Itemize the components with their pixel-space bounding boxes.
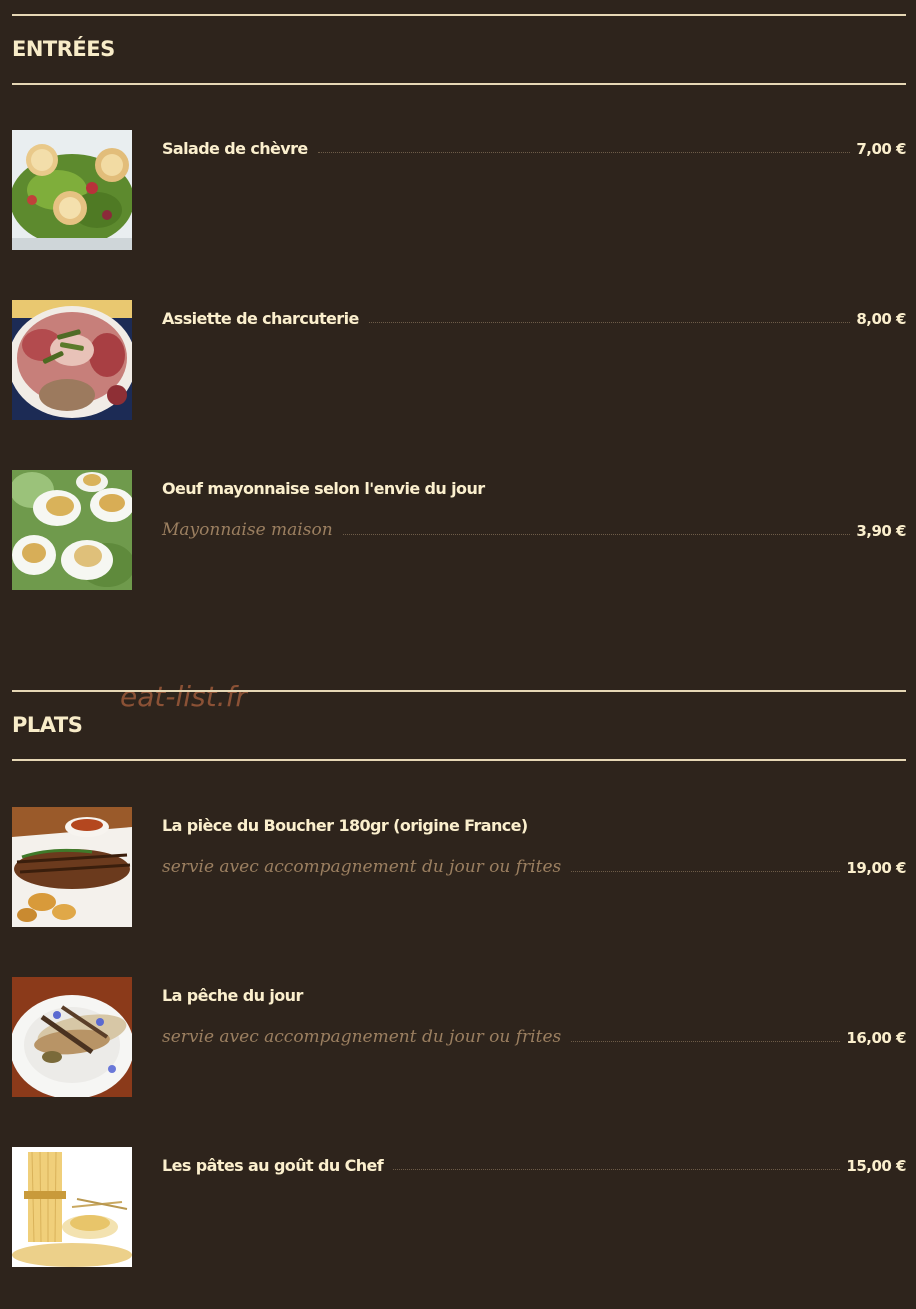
dot-leader [571,870,841,872]
menu-item-desc-line: Mayonnaise maison 3,90 € [162,512,906,540]
section-title-plats: PLATS [12,713,83,737]
item-name: La pièce du Boucher 180gr (origine Franc… [162,816,528,835]
dot-leader [571,1040,841,1042]
menu-item: Oeuf mayonnaise selon l'envie du jour Ma… [12,470,906,590]
menu-item: La pièce du Boucher 180gr (origine Franc… [12,807,906,927]
item-name: Les pâtes au goût du Chef [162,1156,384,1175]
menu-item-desc-line: servie avec accompagnement du jour ou fr… [162,1019,906,1047]
item-name: Assiette de charcuterie [162,309,359,328]
menu-item: Les pâtes au goût du Chef 15,00 € [12,1147,906,1267]
section-title-entrees: ENTRÉES [12,37,115,61]
egg-mayonnaise-image [12,470,132,590]
menu-item-line: Les pâtes au goût du Chef 15,00 € [162,1147,906,1175]
item-name: Salade de chèvre [162,139,308,158]
menu-item-line: Oeuf mayonnaise selon l'envie du jour [162,470,906,498]
pasta-image [12,1147,132,1267]
item-description: servie avec accompagnement du jour ou fr… [162,857,562,877]
plats-section-header: PLATS [12,690,906,761]
item-price: 15,00 € [846,1157,906,1175]
menu-item-line: La pêche du jour [162,977,906,1005]
item-name: Oeuf mayonnaise selon l'envie du jour [162,479,485,498]
menu-item-line: La pièce du Boucher 180gr (origine Franc… [162,807,906,835]
menu-item-line: Assiette de charcuterie 8,00 € [162,300,906,328]
dot-leader [368,321,851,323]
item-price: 3,90 € [856,522,906,540]
goat-cheese-salad-image [12,130,132,250]
menu-item-desc-line: servie avec accompagnement du jour ou fr… [162,849,906,877]
dot-leader [317,151,851,153]
entrees-section-header: ENTRÉES [12,14,906,85]
steak-plate-image [12,807,132,927]
fish-plate-image [12,977,132,1097]
item-name: La pêche du jour [162,986,303,1005]
menu-item-line: Salade de chèvre 7,00 € [162,130,906,158]
menu-item: La pêche du jour servie avec accompagnem… [12,977,906,1097]
item-price: 19,00 € [846,859,906,877]
dot-leader [342,533,851,535]
section-bottom-rule [12,83,906,85]
item-price: 16,00 € [846,1029,906,1047]
item-price: 8,00 € [856,310,906,328]
item-description: Mayonnaise maison [162,520,333,540]
menu-item: Assiette de charcuterie 8,00 € [12,300,906,420]
charcuterie-plate-image [12,300,132,420]
menu-item: Salade de chèvre 7,00 € [12,130,906,250]
item-price: 7,00 € [856,140,906,158]
dot-leader [393,1168,841,1170]
section-bottom-rule [12,759,906,761]
item-description: servie avec accompagnement du jour ou fr… [162,1027,562,1047]
